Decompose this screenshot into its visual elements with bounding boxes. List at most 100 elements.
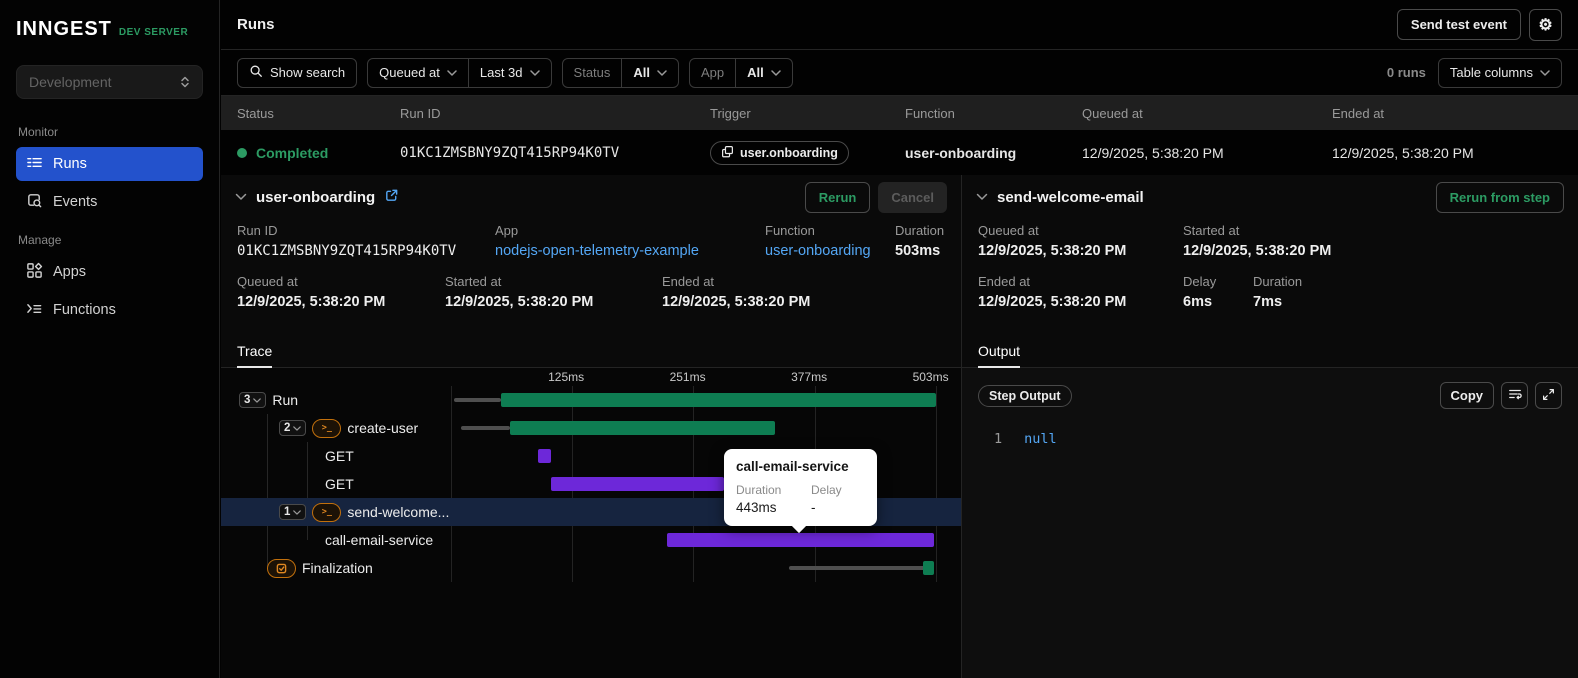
axis-tick-label: 251ms (669, 370, 706, 384)
tab-output[interactable]: Output (978, 335, 1021, 368)
run-status: Completed (237, 145, 400, 161)
function-field: Function user-onboarding (765, 223, 895, 259)
sidebar-item-functions[interactable]: Functions (16, 293, 203, 327)
queue-delay-line (789, 566, 926, 570)
copy-button[interactable]: Copy (1439, 382, 1494, 409)
sidebar-item-label: Runs (53, 156, 87, 172)
trigger-pill[interactable]: user.onboarding (710, 140, 849, 165)
run-id-cell: 01KC1ZMSBNY9ZQT415RP94K0TV (400, 144, 620, 161)
rerun-button[interactable]: Rerun (804, 181, 871, 213)
queue-delay-line (453, 398, 501, 402)
collapse-count-badge[interactable]: 1 (279, 504, 307, 520)
axis-tick-label: 125ms (548, 370, 585, 384)
logo-text: INNGEST (16, 18, 112, 40)
run-title: user-onboarding (256, 188, 376, 206)
column-header: Function (905, 105, 955, 121)
table-row[interactable]: Completed 01KC1ZMSBNY9ZQT415RP94K0TV use… (221, 130, 1578, 175)
trace-row-finalization[interactable]: Finalization (221, 554, 961, 582)
app-filter-label: App (701, 65, 725, 80)
step-output-section: Step Output Copy 1 null (962, 368, 1578, 678)
span-label: GET (325, 476, 354, 492)
show-search-button[interactable]: Show search (237, 57, 358, 88)
time-range-dropdown[interactable]: Last 3d (467, 58, 551, 87)
table-columns-button[interactable]: Table columns (1437, 57, 1562, 88)
run-details-panel: user-onboarding Rerun Cancel Run ID 01KC… (221, 175, 962, 678)
span-bar[interactable] (550, 477, 725, 491)
trace-row-call-email-service[interactable]: call-email-service (221, 526, 961, 554)
span-timeline (451, 554, 936, 582)
tab-trace[interactable]: Trace (237, 335, 273, 368)
send-test-event-button[interactable]: Send test event (1396, 9, 1521, 40)
span-bar[interactable] (510, 421, 775, 435)
sidebar-item-runs[interactable]: Runs (16, 147, 203, 181)
function-cell: user-onboarding (905, 144, 1017, 161)
finalization-icon (267, 558, 296, 578)
axis-tick-label: 503ms (912, 370, 949, 384)
step-terminal-icon: >_ (312, 502, 342, 522)
status-filter-dropdown[interactable]: All (621, 58, 678, 87)
apps-icon (26, 262, 43, 283)
chevron-down-icon (657, 69, 667, 76)
step-duration-field: Duration 7ms (1253, 274, 1303, 310)
collapse-chevron-icon[interactable] (235, 193, 247, 201)
span-bar[interactable] (537, 449, 551, 463)
sidebar-item-label: Events (53, 194, 98, 210)
span-bar[interactable] (666, 533, 935, 547)
span-bar[interactable] (922, 561, 935, 575)
collapse-count-badge[interactable]: 3 (239, 392, 267, 408)
span-timeline (451, 386, 936, 414)
runs-icon (26, 154, 43, 175)
code-line: 1 null (978, 431, 1562, 447)
step-details-panel: send-welcome-email Rerun from step Queue… (962, 175, 1578, 678)
wrap-text-icon (1508, 387, 1522, 404)
runs-table-header: Status Run ID Trigger Function Queued at… (221, 96, 1578, 130)
ended-at-cell: 12/9/2025, 5:38:20 PM (1332, 144, 1474, 161)
trace-time-axis: 125ms 251ms 377ms 503ms (451, 368, 949, 386)
logo: INNGEST DEV SERVER (16, 18, 203, 41)
span-label: call-email-service (325, 532, 434, 548)
status-badge: Completed (256, 144, 329, 161)
function-link[interactable]: user-onboarding (765, 243, 895, 259)
expand-button[interactable] (1535, 382, 1562, 409)
collapse-count-badge[interactable]: 2 (279, 420, 307, 436)
span-bar[interactable] (500, 393, 936, 407)
external-link-icon[interactable] (384, 188, 399, 206)
ended-at-field: Ended at 12/9/2025, 5:38:20 PM (662, 274, 811, 310)
cancel-button[interactable]: Cancel (878, 181, 947, 213)
app-link[interactable]: nodejs-open-telemetry-example (495, 243, 765, 259)
sidebar-item-label: Functions (53, 302, 116, 318)
filter-bar: Show search Queued at Last 3d Status All… (221, 50, 1578, 96)
trace-row-run[interactable]: 3 Run (221, 386, 961, 414)
sidebar-item-label: Apps (53, 264, 87, 280)
queue-delay-line (461, 426, 511, 430)
monitor-section-label: Monitor (18, 125, 59, 139)
main-area: Runs Send test event ⚙ Show search Queue… (221, 0, 1578, 678)
rerun-from-step-button[interactable]: Rerun from step (1435, 181, 1564, 213)
run-id-field: Run ID 01KC1ZMSBNY9ZQT415RP94K0TV (237, 223, 457, 259)
sidebar-item-apps[interactable]: Apps (16, 255, 203, 289)
step-started-field: Started at 12/9/2025, 5:38:20 PM (1183, 223, 1332, 259)
duration-field: Duration 503ms (895, 223, 945, 259)
collapse-chevron-icon[interactable] (976, 193, 988, 201)
step-delay-field: Delay 6ms (1183, 274, 1217, 310)
updown-chevron-icon (180, 76, 190, 88)
app-filter-dropdown[interactable]: All (735, 58, 792, 87)
environment-select[interactable]: Development (16, 65, 203, 99)
trace-row-create-user[interactable]: 2 >_ create-user (221, 414, 961, 442)
wrap-text-button[interactable] (1501, 382, 1528, 409)
queued-at-dropdown[interactable]: Queued at (368, 59, 468, 87)
sidebar-item-events[interactable]: Events (16, 185, 203, 219)
trace-tooltip: call-email-service Duration Delay 443ms … (724, 449, 877, 526)
event-icon (721, 145, 734, 161)
chevron-down-icon (771, 69, 781, 76)
chevron-down-icon (529, 69, 540, 76)
environment-value: Development (29, 74, 112, 90)
dev-server-badge: DEV SERVER (118, 27, 189, 38)
step-queued-field: Queued at 12/9/2025, 5:38:20 PM (978, 223, 1127, 259)
runs-count: 0 runs (1386, 65, 1426, 80)
status-dot-icon (237, 147, 247, 158)
settings-button[interactable]: ⚙ (1529, 8, 1562, 41)
step-output-badge: Step Output (978, 384, 1072, 407)
gear-icon: ⚙ (1538, 16, 1553, 34)
column-header: Run ID (400, 105, 441, 121)
